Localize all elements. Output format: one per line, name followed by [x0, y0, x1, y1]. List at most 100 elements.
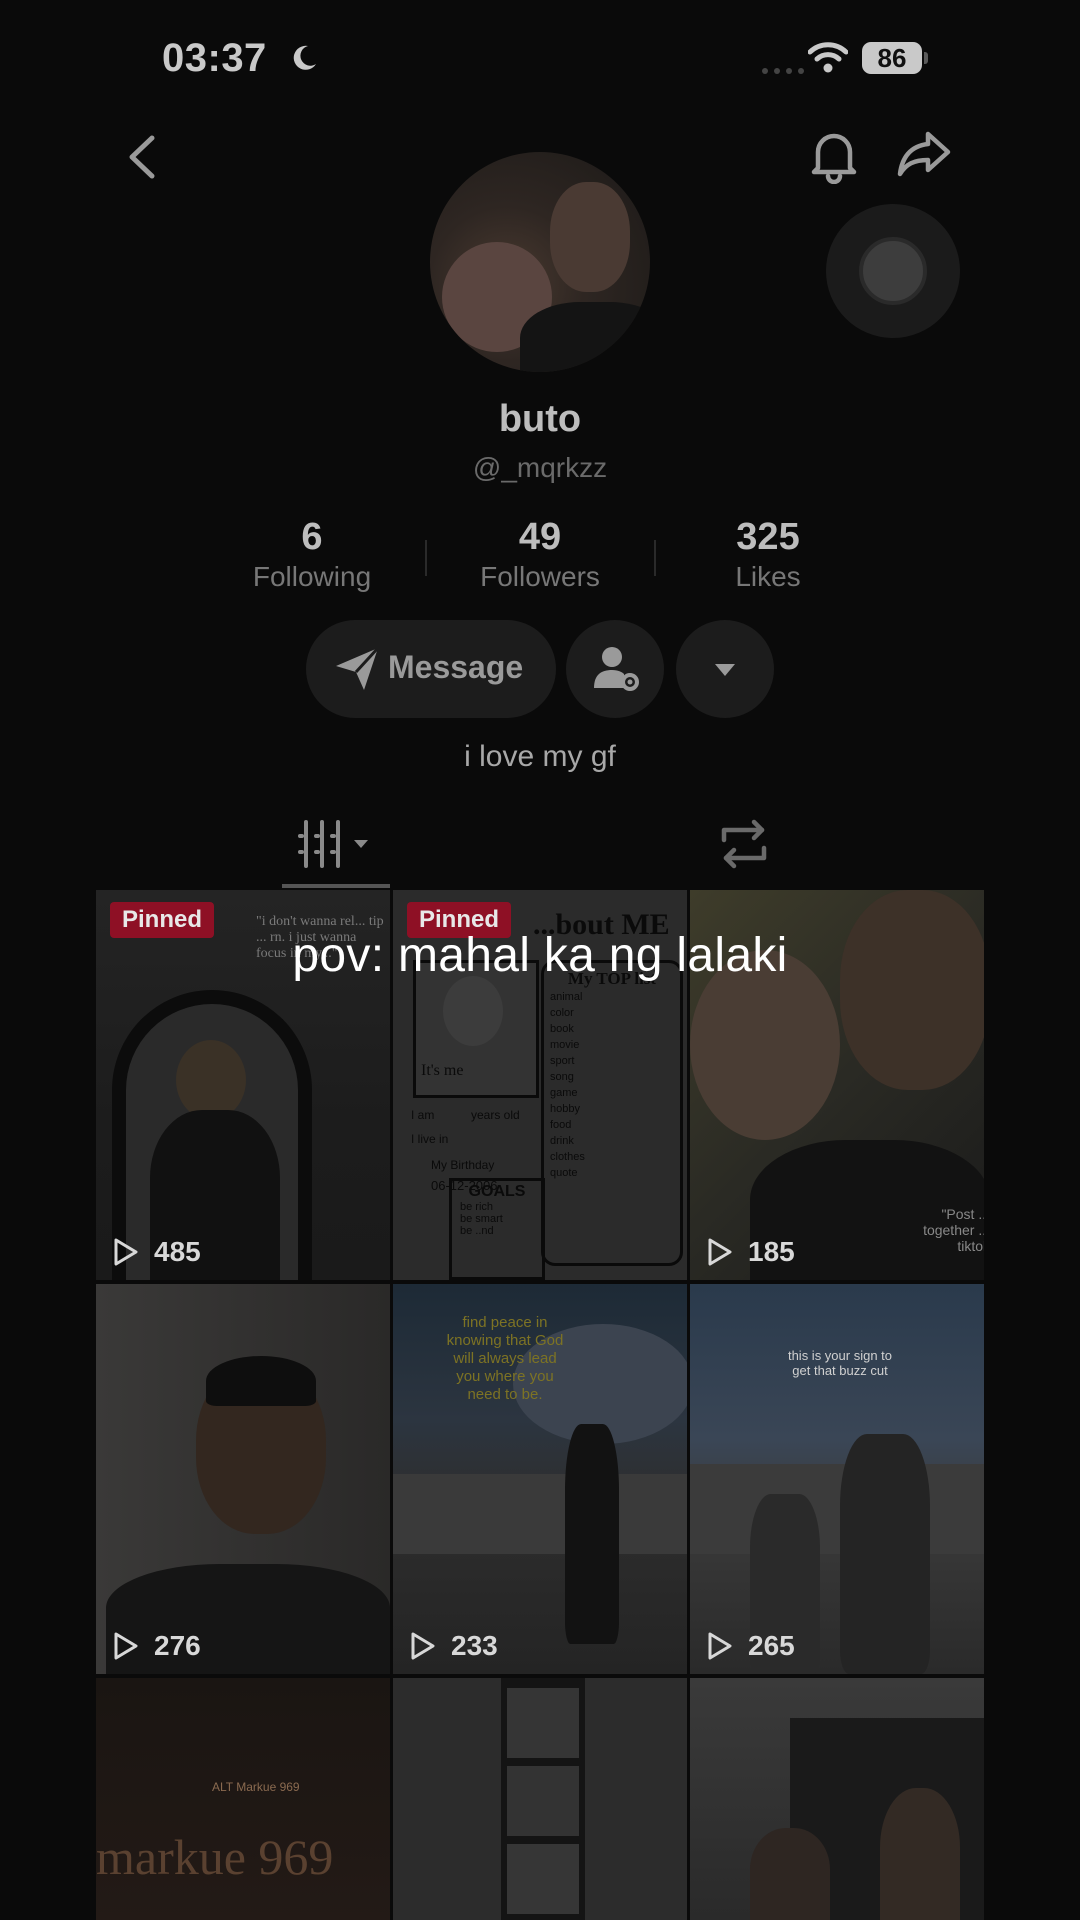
- battery-tip: [924, 52, 928, 64]
- top-list-item: song: [550, 1071, 574, 1083]
- tile-caption: "Post ... together ... tiktok: [923, 1206, 984, 1254]
- video-tile[interactable]: [393, 1678, 687, 1920]
- view-count: 485: [110, 1232, 201, 1272]
- status-time: 03:37: [162, 36, 267, 80]
- tile-hair: [206, 1356, 316, 1406]
- followers-count: 49: [518, 516, 562, 558]
- share-arrow-icon[interactable]: [896, 128, 952, 180]
- top-list-box: My TOP list animal color book movie spor…: [541, 960, 683, 1266]
- age-field: I am: [411, 1108, 435, 1122]
- mirror-person: [176, 1040, 246, 1120]
- goals-label: GOALS: [468, 1183, 526, 1200]
- avatar-person-right: [550, 182, 630, 292]
- followers-label: Followers: [480, 561, 600, 592]
- status-bar: 03:37 86: [0, 0, 1080, 110]
- top-list-item: book: [550, 1023, 574, 1035]
- top-list-item: sport: [550, 1055, 575, 1067]
- top-list-item: clothes: [550, 1151, 585, 1163]
- top-list-item: food: [550, 1119, 572, 1131]
- top-list-item: movie: [550, 1039, 580, 1051]
- top-list-item: hobby: [550, 1103, 580, 1115]
- live-in-field: I live in: [411, 1132, 449, 1146]
- goals-box: GOALS be rich be smart be ..nd: [449, 1178, 545, 1280]
- tile-caption: this is your sign to get that buzz cut: [787, 1348, 893, 1378]
- video-overlay-caption: pov: mahal ka ng lalaki: [292, 929, 788, 982]
- person-gear-icon: [594, 647, 639, 691]
- itsme-label: It's me: [421, 1062, 464, 1079]
- floating-assistive-button[interactable]: [826, 204, 960, 338]
- view-count-value: 485: [154, 1236, 201, 1267]
- active-tab-indicator: [282, 884, 390, 888]
- goal-item: be smart: [460, 1213, 503, 1225]
- more-options-button[interactable]: [676, 620, 774, 718]
- wifi-icon: [808, 42, 848, 73]
- photo-strip-frame: [507, 1688, 579, 1758]
- video-tile[interactable]: ALT Markue 969 markue 969: [96, 1678, 390, 1920]
- view-count-value: 276: [154, 1630, 201, 1661]
- grid-columns-icon[interactable]: [296, 814, 376, 874]
- view-count: 276: [110, 1626, 201, 1666]
- repost-icon[interactable]: [716, 818, 772, 870]
- stat-followers[interactable]: 49 Followers: [440, 516, 640, 593]
- cellular-signal-icon: [762, 68, 804, 74]
- photo-frame-person: [443, 976, 503, 1046]
- goal-item: be rich: [460, 1201, 494, 1213]
- view-count-value: 185: [748, 1236, 795, 1267]
- top-list-item: color: [550, 1007, 574, 1019]
- video-tile[interactable]: 276: [96, 1284, 390, 1674]
- following-count: 6: [301, 516, 323, 558]
- goal-item: be ..nd: [460, 1225, 494, 1237]
- view-count: 185: [704, 1232, 795, 1272]
- top-list-item: game: [550, 1087, 578, 1099]
- view-count-value: 265: [748, 1630, 795, 1661]
- tile-person-right: [840, 1434, 930, 1674]
- bell-icon[interactable]: [808, 126, 860, 184]
- tile-person: [565, 1424, 619, 1644]
- tile-wall: [690, 1464, 984, 1554]
- photo-strip-frame: [507, 1766, 579, 1836]
- display-name: buto: [498, 398, 582, 440]
- battery-indicator: 86: [862, 42, 922, 74]
- chevron-left-icon[interactable]: [118, 132, 164, 182]
- paper-plane-icon: [336, 646, 380, 690]
- stat-divider: [425, 540, 427, 576]
- video-tile[interactable]: this is your sign to get that buzz cut 2…: [690, 1284, 984, 1674]
- person-settings-button[interactable]: [566, 620, 664, 718]
- likes-count: 325: [736, 516, 800, 558]
- video-tile[interactable]: [690, 1678, 984, 1920]
- tile-subcaption: ALT Markue 969: [212, 1780, 300, 1794]
- tile-person-right: [840, 890, 984, 1090]
- play-icon: [114, 1238, 138, 1266]
- stat-divider: [654, 540, 656, 576]
- video-tile[interactable]: find peace in knowing that God will alwa…: [393, 1284, 687, 1674]
- bio: i love my gf: [464, 740, 616, 773]
- message-label: Message: [388, 649, 524, 685]
- view-count-value: 233: [451, 1630, 498, 1661]
- moon-icon: [293, 45, 316, 70]
- top-list-item: quote: [550, 1167, 578, 1179]
- tile-wall: [393, 1474, 687, 1554]
- tile-person-right: [880, 1788, 960, 1920]
- play-icon: [708, 1632, 732, 1660]
- tile-caption: markue 969: [96, 1829, 334, 1885]
- avatar-shirt: [520, 302, 650, 372]
- following-label: Following: [252, 561, 372, 592]
- profile-screen: 03:37 86 buto @_mqrkzz 6 Following 49 Fo…: [0, 0, 1080, 1920]
- tile-caption: find peace in knowing that God will alwa…: [446, 1314, 564, 1403]
- stat-following[interactable]: 6 Following: [212, 516, 412, 593]
- floating-button-core: [859, 237, 927, 305]
- play-icon: [114, 1632, 138, 1660]
- birthday-field: My Birthday: [431, 1158, 495, 1172]
- view-count: 265: [704, 1626, 795, 1666]
- stat-likes[interactable]: 325 Likes: [668, 516, 868, 593]
- avatar[interactable]: [430, 152, 650, 372]
- caret-down-icon: [715, 664, 735, 676]
- view-count: 233: [407, 1626, 498, 1666]
- message-button[interactable]: Message: [306, 620, 556, 718]
- play-icon: [411, 1632, 435, 1660]
- photo-strip-frame: [507, 1844, 579, 1914]
- username: @_mqrkzz: [472, 452, 608, 483]
- play-icon: [708, 1238, 732, 1266]
- years-old-label: years old: [471, 1108, 520, 1122]
- likes-label: Likes: [735, 561, 801, 592]
